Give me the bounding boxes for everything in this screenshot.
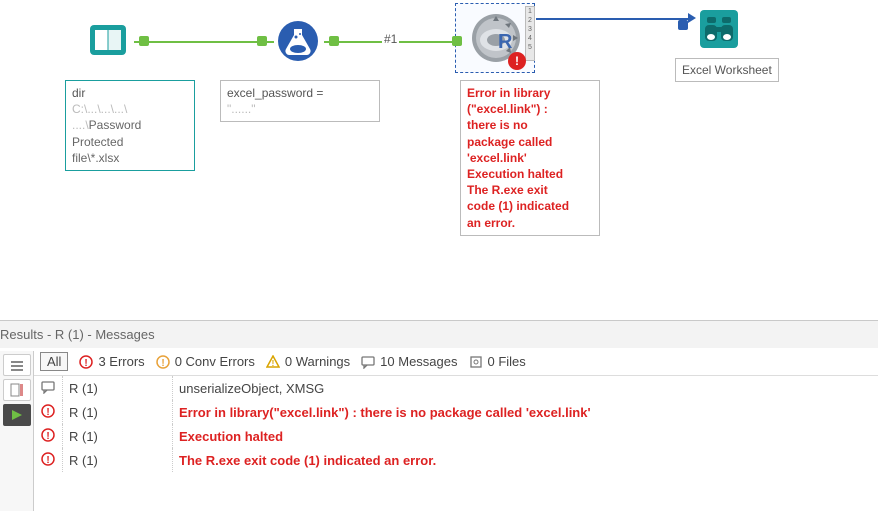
workflow-canvas[interactable]: dir C:\...\...\...\ ....\Password Protec… — [0, 0, 878, 320]
error-icon: ! — [78, 354, 94, 370]
node-formula-label: excel_password = "......" — [220, 80, 380, 122]
svg-text:!: ! — [46, 431, 49, 442]
node-browse[interactable] — [696, 6, 742, 52]
msg-text: Execution halted — [173, 424, 878, 448]
flask-icon — [275, 18, 321, 64]
file-icon — [468, 354, 484, 370]
msg-source: R (1) — [63, 400, 173, 424]
filter-files[interactable]: 0 Files — [468, 354, 526, 370]
arrowhead-icon — [688, 13, 696, 23]
svg-text:R: R — [498, 31, 513, 53]
msg-text: unserializeObject, XMSG — [173, 376, 878, 400]
msg-text: The R.exe exit code (1) indicated an err… — [173, 448, 878, 472]
error-icon: ! — [40, 451, 56, 467]
results-panel[interactable]: Results - R (1) - Messages All ! 3 Error… — [0, 320, 878, 511]
table-row[interactable]: ! R (1) Execution halted — [0, 424, 878, 448]
svg-text:!: ! — [46, 407, 49, 418]
input-port[interactable] — [678, 20, 688, 30]
node-browse-label: Excel Worksheet — [675, 58, 779, 82]
svg-text:!: ! — [161, 358, 164, 369]
msg-source: R (1) — [63, 376, 173, 400]
results-title: Results - R (1) - Messages — [0, 321, 878, 348]
msg-source: R (1) — [63, 424, 173, 448]
node-r-error-label: Error in library ("excel.link") : there … — [460, 80, 600, 236]
results-gutter — [0, 351, 34, 511]
filter-messages[interactable]: 10 Messages — [360, 354, 457, 370]
msg-source: R (1) — [63, 448, 173, 472]
results-filter-row: All ! 3 Errors ! 0 Conv Errors ! 0 Warni… — [0, 348, 878, 376]
table-row[interactable]: ! R (1) Error in library("excel.link") :… — [0, 400, 878, 424]
node-directory-label: dir C:\...\...\...\ ....\Password Protec… — [65, 80, 195, 171]
connector-label: #1 — [382, 32, 399, 46]
connector-1-2[interactable] — [134, 41, 274, 43]
message-icon — [360, 354, 376, 370]
filter-all[interactable]: All — [40, 352, 68, 371]
message-icon — [40, 379, 56, 395]
r-anchor-ruler[interactable]: 1 2 3 4 5 — [525, 6, 535, 61]
table-row[interactable]: ! R (1) The R.exe exit code (1) indicate… — [0, 448, 878, 472]
svg-text:!: ! — [46, 455, 49, 466]
conv-error-icon: ! — [155, 354, 171, 370]
directory-icon — [85, 18, 131, 64]
error-icon: ! — [40, 427, 56, 443]
error-icon: ! — [40, 403, 56, 419]
svg-text:!: ! — [85, 358, 88, 369]
binoculars-icon — [696, 6, 742, 52]
filter-warnings[interactable]: ! 0 Warnings — [265, 354, 350, 370]
error-badge-icon: ! — [508, 52, 526, 70]
gutter-btn-3[interactable] — [3, 404, 31, 426]
input-port[interactable] — [257, 36, 267, 46]
msg-text: Error in library("excel.link") : there i… — [173, 400, 878, 424]
gutter-btn-1[interactable] — [3, 354, 31, 376]
node-directory[interactable] — [85, 18, 131, 64]
filter-conv-errors[interactable]: ! 0 Conv Errors — [155, 354, 255, 370]
warning-icon: ! — [265, 354, 281, 370]
node-formula[interactable] — [275, 18, 321, 64]
connector-3-4[interactable] — [536, 18, 691, 20]
messages-table: R (1) unserializeObject, XMSG ! R (1) Er… — [0, 376, 878, 472]
input-port[interactable] — [452, 36, 462, 46]
gutter-btn-2[interactable] — [3, 379, 31, 401]
table-row[interactable]: R (1) unserializeObject, XMSG — [0, 376, 878, 400]
svg-text:!: ! — [272, 359, 275, 368]
filter-errors[interactable]: ! 3 Errors — [78, 354, 144, 370]
